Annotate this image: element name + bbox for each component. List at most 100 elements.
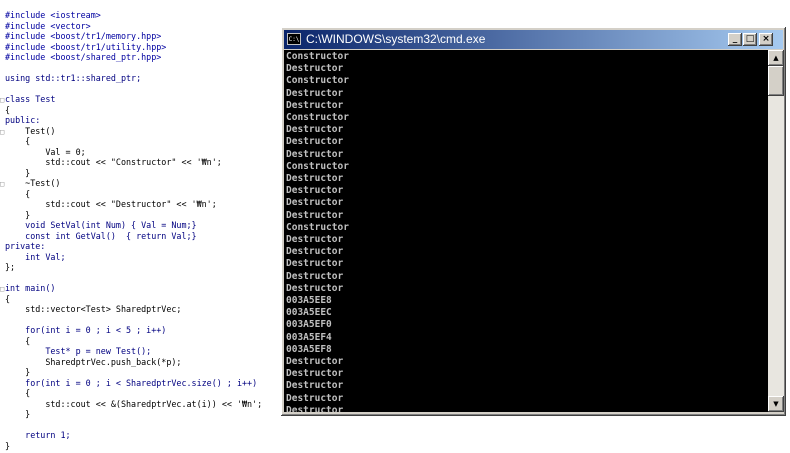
code-line: return 1; xyxy=(0,430,71,441)
console-output-line: 003A5EE8 xyxy=(286,295,332,306)
console-scrollbar[interactable]: ▲ ▼ xyxy=(768,50,784,412)
code-text: #include <boost/shared_ptr.hpp> xyxy=(5,52,162,62)
code-text: { xyxy=(5,188,31,199)
code-line: SharedptrVec.push_back(*p); xyxy=(0,357,181,368)
code-line: #include <boost/tr1/memory.hpp> xyxy=(0,31,161,42)
code-line: } xyxy=(0,367,30,378)
code-line: Test* p = new Test(); xyxy=(0,346,151,357)
code-line: { xyxy=(0,388,30,399)
code-line: std::vector<Test> SharedptrVec; xyxy=(0,304,181,315)
code-text: SharedptrVec.push_back(*p); xyxy=(5,356,182,367)
code-line: std::cout << "Constructor" << '₩n'; xyxy=(0,157,222,168)
code-line: } xyxy=(0,409,30,420)
console-output-line: Constructor xyxy=(286,51,349,62)
console-output-line: Destructor xyxy=(286,356,344,367)
code-text: { xyxy=(5,388,31,398)
code-line: using std::tr1::shared_ptr; xyxy=(0,73,141,84)
minimize-button[interactable]: _ xyxy=(728,33,742,46)
code-text: void SetVal(int Num) { Val = Num;} xyxy=(5,220,197,230)
scroll-down-arrow-icon[interactable]: ▼ xyxy=(768,396,784,412)
scroll-up-arrow-icon[interactable]: ▲ xyxy=(768,50,784,66)
code-line: #include <boost/tr1/utility.hpp> xyxy=(0,42,166,53)
console-output-line: Destructor xyxy=(286,246,344,258)
code-text: #include <boost/tr1/memory.hpp> xyxy=(5,31,162,41)
code-line: void SetVal(int Num) { Val = Num;} xyxy=(0,220,197,231)
code-text: { xyxy=(5,293,11,304)
console-output-line: 003A5EF0 xyxy=(286,319,332,331)
code-line: { xyxy=(0,189,30,200)
code-text: } xyxy=(5,209,31,220)
code-line: for(int i = 0 ; i < 5 ; i++) xyxy=(0,325,166,336)
code-text: #include <boost/tr1/utility.hpp> xyxy=(5,41,167,52)
code-line: { xyxy=(0,105,10,116)
console-output-line: Destructor xyxy=(286,197,344,209)
code-line: private: xyxy=(0,241,45,252)
cmd-app-icon[interactable]: C:\ xyxy=(287,33,301,45)
code-text: private: xyxy=(5,241,46,251)
code-text: for(int i = 0 ; i < 5 ; i++) xyxy=(5,325,167,335)
code-text: }; xyxy=(5,262,16,272)
close-button[interactable]: × xyxy=(759,33,773,46)
code-line: □ ~Test() xyxy=(0,178,60,189)
console-output-line: Destructor xyxy=(286,87,344,99)
console-window: C:\ C:\WINDOWS\system32\cmd.exe _ □ × Co… xyxy=(281,27,786,416)
code-text: int Val; xyxy=(5,251,66,262)
console-title: C:\WINDOWS\system32\cmd.exe xyxy=(306,32,486,46)
code-line: □int main() xyxy=(0,283,55,294)
code-text: } xyxy=(5,367,31,377)
code-text: int main() xyxy=(5,283,56,293)
code-text: { xyxy=(5,136,31,146)
console-output[interactable]: Constructor Destructor Constructor Destruct… xyxy=(284,50,768,412)
code-line: { xyxy=(0,336,30,347)
console-output-line: Destructor xyxy=(286,209,344,221)
code-text: std::cout << "Constructor" << '₩n'; xyxy=(5,157,222,167)
code-text: { xyxy=(5,335,31,346)
maximize-button[interactable]: □ xyxy=(743,33,757,46)
code-text: std::cout << &(SharedptrVec.at(i)) << '₩… xyxy=(5,398,263,409)
code-text: Val = 0; xyxy=(5,146,86,157)
code-text: ~Test() xyxy=(5,178,61,188)
console-output-line: Destructor xyxy=(286,404,344,412)
code-line: #include <iostream> xyxy=(0,10,101,21)
code-line: { xyxy=(0,294,10,305)
console-output-line: Destructor xyxy=(286,282,344,294)
code-text: public: xyxy=(5,115,41,125)
code-text: using std::tr1::shared_ptr; xyxy=(5,73,142,83)
console-output-line: Destructor xyxy=(286,148,344,160)
console-output-line: Destructor xyxy=(286,63,344,75)
console-output-line: Destructor xyxy=(286,124,344,136)
code-text: std::vector<Test> SharedptrVec; xyxy=(5,304,182,314)
code-text: const int GetVal() { return Val;} xyxy=(5,230,197,241)
console-output-line: Constructor xyxy=(286,221,349,233)
code-text: { xyxy=(5,104,11,115)
console-output-line: Destructor xyxy=(286,185,344,197)
code-line: } xyxy=(0,441,10,452)
console-output-line: Destructor xyxy=(286,99,344,111)
code-text: std::cout << "Destructor" << '₩n'; xyxy=(5,199,217,209)
code-text: } xyxy=(5,167,31,178)
console-output-line: 003A5EF4 xyxy=(286,331,332,343)
code-line: }; xyxy=(0,262,15,273)
console-output-line: Destructor xyxy=(286,136,344,148)
code-text: class Test xyxy=(5,94,56,104)
console-output-line: Destructor xyxy=(286,258,344,270)
code-text: Test* p = new Test(); xyxy=(5,346,152,356)
code-text: #include <iostream> xyxy=(5,10,101,20)
console-output-line: Destructor xyxy=(286,392,344,404)
code-line: for(int i = 0 ; i < SharedptrVec.size() … xyxy=(0,378,257,389)
console-titlebar[interactable]: C:\ C:\WINDOWS\system32\cmd.exe _ □ × xyxy=(284,30,783,49)
code-text: #include <vector> xyxy=(5,20,91,31)
console-output-line: 003A5EEC xyxy=(286,307,332,319)
code-text: for(int i = 0 ; i < SharedptrVec.size() … xyxy=(5,377,258,388)
code-line: std::cout << "Destructor" << '₩n'; xyxy=(0,199,217,210)
scrollbar-thumb[interactable] xyxy=(768,66,784,96)
console-output-line: Destructor xyxy=(286,173,344,184)
code-line: { xyxy=(0,136,30,147)
code-line: const int GetVal() { return Val;} xyxy=(0,230,197,242)
console-output-line: Destructor xyxy=(286,270,344,282)
code-line: □class Test xyxy=(0,94,55,105)
code-text: return 1; xyxy=(5,430,71,440)
